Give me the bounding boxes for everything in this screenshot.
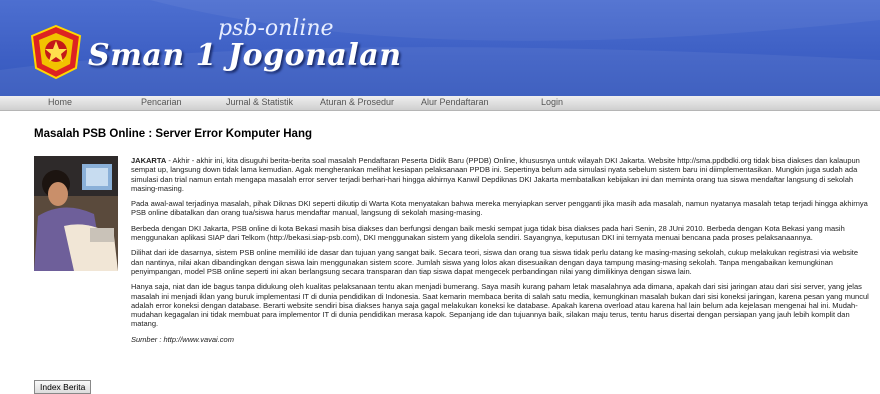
index-berita-button[interactable]: Index Berita xyxy=(34,380,92,394)
nav-home[interactable]: Home xyxy=(48,97,72,107)
brand-title: Sman 1 Jogonalan xyxy=(88,38,402,73)
page-title: Masalah PSB Online : Server Error Komput… xyxy=(34,128,312,140)
nav-jurnal-statistik[interactable]: Jurnal & Statistik xyxy=(226,97,293,107)
header-banner: psb-online Sman 1 Jogonalan xyxy=(0,0,880,96)
article-photo xyxy=(34,156,118,271)
article-paragraph: Pada awal-awal terjadinya masalah, pihak… xyxy=(131,199,868,218)
school-logo xyxy=(30,24,82,80)
article-source: Sumber : http://www.vavai.com xyxy=(131,334,234,344)
nav-login[interactable]: Login xyxy=(541,97,563,107)
article-paragraph: Hanya saja, niat dan ide bagus tanpa did… xyxy=(131,282,869,329)
nav-aturan-prosedur[interactable]: Aturan & Prosedur xyxy=(320,97,394,107)
nav-bar: Home Pencarian Jurnal & Statistik Aturan… xyxy=(0,96,880,111)
article-paragraph: Dilihat dari ide dasarnya, sistem PSB on… xyxy=(131,248,859,276)
nav-pencarian[interactable]: Pencarian xyxy=(141,97,182,107)
article-paragraph: JAKARTA - Akhir - akhir ini, kita disugu… xyxy=(131,156,860,193)
article-body: JAKARTA - Akhir - akhir ini, kita disugu… xyxy=(131,156,871,350)
nav-alur-pendaftaran[interactable]: Alur Pendaftaran xyxy=(421,97,489,107)
article-lead: JAKARTA xyxy=(131,156,167,165)
article-paragraph: Berbeda dengan DKI Jakarta, PSB online d… xyxy=(131,223,845,243)
